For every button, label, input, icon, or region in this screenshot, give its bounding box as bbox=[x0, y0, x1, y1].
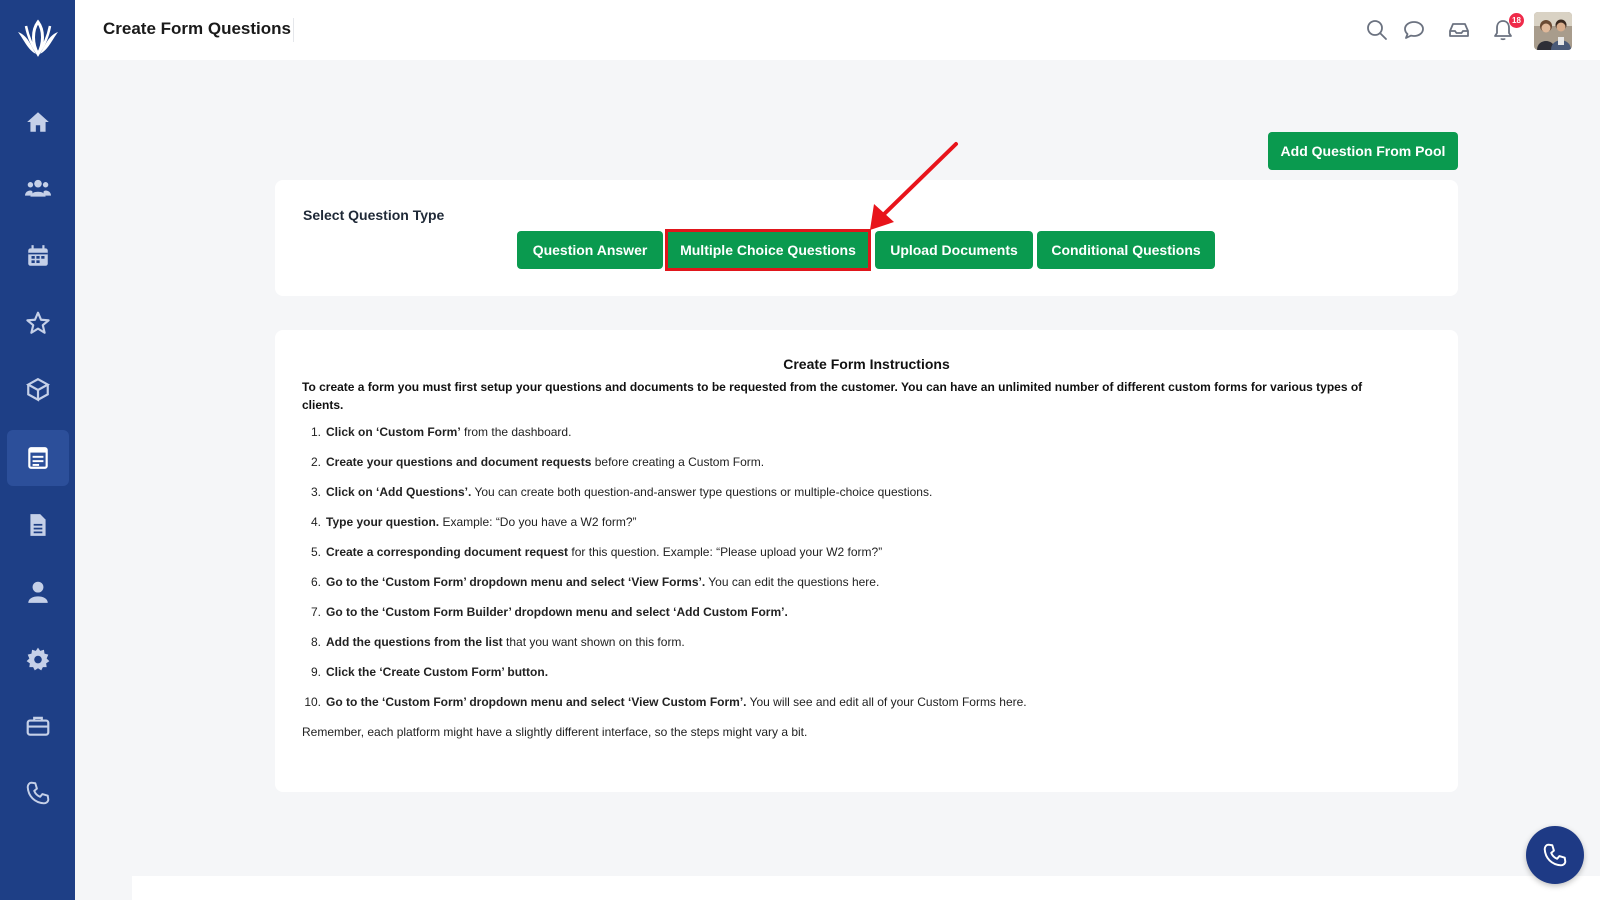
search-icon[interactable] bbox=[1365, 18, 1389, 42]
briefcase-icon bbox=[26, 716, 50, 736]
list-item: 4. Type your question. Example: “Do you h… bbox=[310, 515, 637, 529]
star-icon bbox=[26, 311, 50, 334]
sidebar-item-packages[interactable] bbox=[7, 362, 69, 418]
add-question-from-pool-button[interactable]: Add Question From Pool bbox=[1268, 132, 1458, 170]
document-icon bbox=[30, 514, 46, 536]
sidebar-item-settings[interactable] bbox=[7, 631, 69, 687]
phone-icon bbox=[26, 781, 50, 805]
sidebar-item-forms[interactable] bbox=[7, 430, 69, 486]
list-item: 5. Create a corresponding document reques… bbox=[310, 545, 883, 559]
form-icon bbox=[28, 447, 48, 469]
top-header: Create Form Questions 18 bbox=[75, 0, 1600, 60]
gear-icon bbox=[26, 647, 50, 671]
call-button[interactable] bbox=[1526, 826, 1584, 884]
instructions-footer: Remember, each platform might have a sli… bbox=[302, 725, 808, 739]
page-title: Create Form Questions bbox=[103, 19, 291, 38]
calendar-icon bbox=[28, 245, 48, 266]
sidebar-item-calendar[interactable] bbox=[7, 228, 69, 284]
sidebar-item-users[interactable] bbox=[7, 160, 69, 216]
instructions-intro: To create a form you must first setup yo… bbox=[302, 380, 1363, 412]
list-item: 1. Click on ‘Custom Form’ from the dashbo… bbox=[310, 425, 572, 439]
instructions-steps: 1. Click on ‘Custom Form’ from the dashbo… bbox=[302, 424, 1402, 724]
chat-icon[interactable] bbox=[1402, 18, 1426, 42]
annotation-arrow-icon bbox=[870, 142, 958, 230]
users-icon bbox=[25, 179, 51, 197]
sidebar-item-home[interactable] bbox=[7, 94, 69, 150]
sidebar bbox=[0, 0, 75, 900]
avatar[interactable] bbox=[1534, 12, 1572, 50]
home-icon bbox=[27, 112, 49, 132]
list-item: 7. Go to the ‘Custom Form Builder’ dropdo… bbox=[310, 605, 788, 619]
instructions-card: Create Form Instructions To create a for… bbox=[275, 330, 1458, 792]
phone-icon bbox=[1543, 843, 1567, 867]
highlight-box bbox=[665, 229, 871, 271]
list-item: 9. Click the ‘Create Custom Form’ button. bbox=[310, 665, 549, 679]
select-question-type-label: Select Question Type bbox=[303, 207, 445, 223]
list-item: 3. Click on ‘Add Questions’. You can crea… bbox=[310, 485, 933, 499]
sidebar-item-documents[interactable] bbox=[7, 497, 69, 553]
list-item: 8. Add the questions from the list that y… bbox=[310, 635, 685, 649]
sidebar-item-profile[interactable] bbox=[7, 564, 69, 620]
instructions-title: Create Form Instructions bbox=[783, 356, 950, 372]
app-logo[interactable] bbox=[14, 18, 62, 58]
list-item: 2. Create your questions and document req… bbox=[310, 455, 765, 469]
sidebar-item-favorites[interactable] bbox=[7, 295, 69, 351]
inbox-icon[interactable] bbox=[1447, 18, 1471, 42]
conditional-questions-button[interactable]: Conditional Questions bbox=[1037, 231, 1215, 269]
sidebar-item-portfolio[interactable] bbox=[7, 698, 69, 754]
footer-area bbox=[132, 876, 1600, 900]
notification-badge: 18 bbox=[1509, 13, 1524, 28]
box-icon bbox=[26, 377, 50, 402]
upload-documents-button[interactable]: Upload Documents bbox=[875, 231, 1033, 269]
sidebar-item-calls[interactable] bbox=[7, 765, 69, 821]
title-divider bbox=[293, 18, 294, 42]
question-answer-button[interactable]: Question Answer bbox=[517, 231, 663, 269]
list-item: 6. Go to the ‘Custom Form’ dropdown menu … bbox=[310, 575, 880, 589]
list-item: 10. Go to the ‘Custom Form’ dropdown menu… bbox=[304, 695, 1027, 709]
user-icon bbox=[28, 581, 48, 603]
